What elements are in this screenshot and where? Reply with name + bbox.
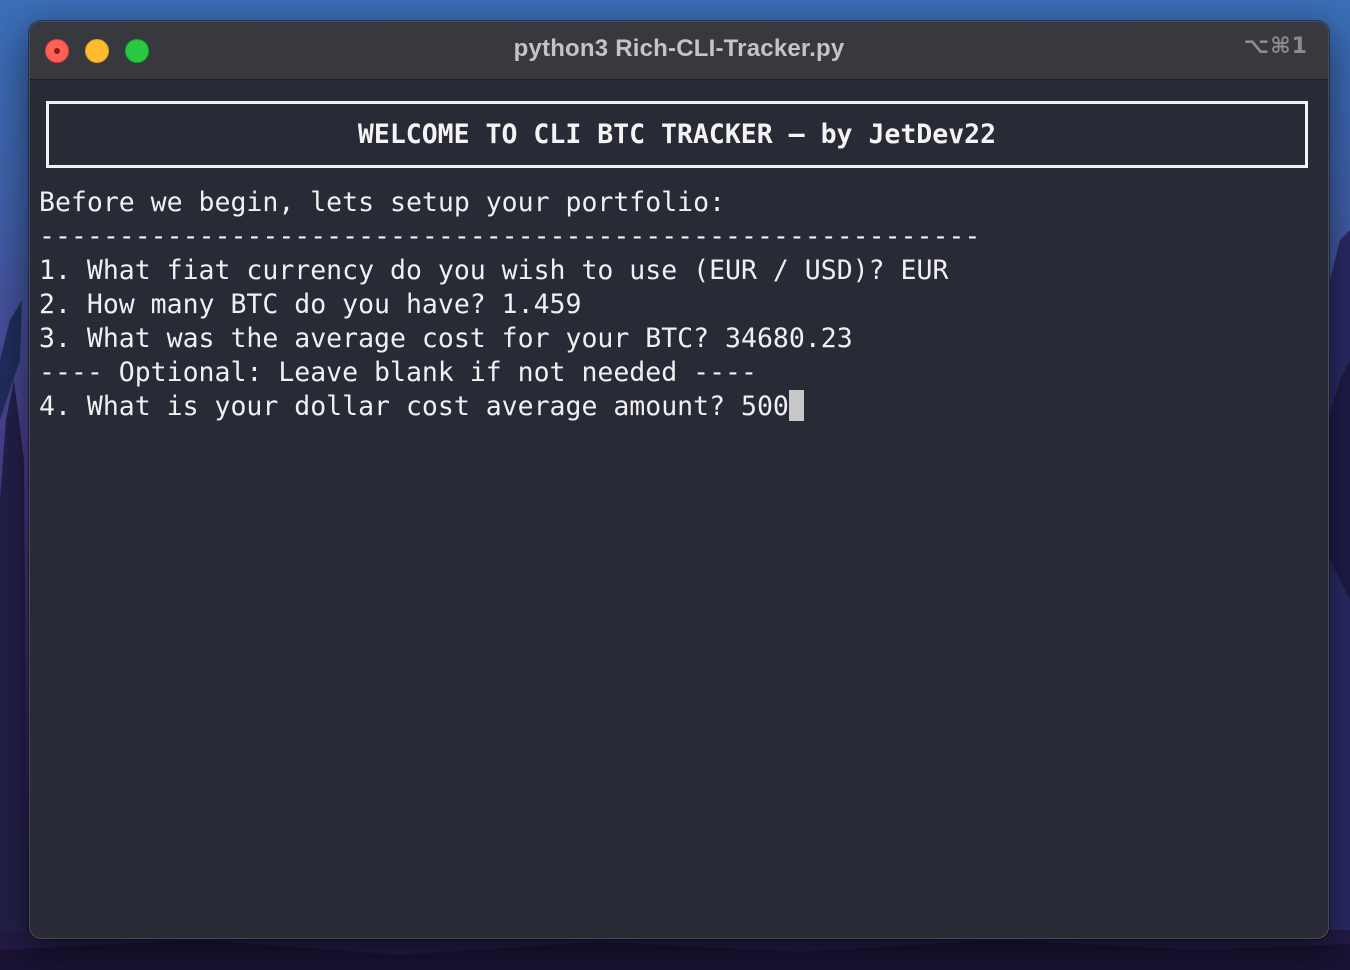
optional-note: ---- Optional: Leave blank if not needed… (39, 357, 757, 388)
banner-text: WELCOME TO CLI BTC TRACKER – by JetDev22 (357, 119, 997, 150)
user-input[interactable]: 500 (741, 391, 789, 422)
current-prompt-line[interactable]: 4. What is your dollar cost average amou… (39, 390, 1309, 424)
prompt-text: 4. What is your dollar cost average amou… (39, 391, 741, 422)
question-average-cost: 3. What was the average cost for your BT… (39, 323, 853, 354)
intro-line: Before we begin, lets setup your portfol… (39, 187, 726, 218)
terminal-window: python3 Rich-CLI-Tracker.py ⌥⌘1 WELCOME … (29, 21, 1329, 939)
question-currency: 1. What fiat currency do you wish to use… (39, 255, 949, 286)
title-bar[interactable]: python3 Rich-CLI-Tracker.py ⌥⌘1 (30, 22, 1328, 80)
terminal-output[interactable]: WELCOME TO CLI BTC TRACKER – by JetDev22… (30, 80, 1328, 938)
welcome-banner: WELCOME TO CLI BTC TRACKER – by JetDev22 (46, 101, 1308, 168)
divider-line: ----------------------------------------… (39, 221, 981, 252)
text-cursor (788, 390, 804, 421)
keyboard-shortcut-label: ⌥⌘1 (1243, 34, 1308, 59)
window-title: python3 Rich-CLI-Tracker.py (513, 35, 845, 62)
question-btc-amount: 2. How many BTC do you have? 1.459 (39, 289, 582, 320)
terminal-lines: Before we begin, lets setup your portfol… (39, 186, 1309, 424)
